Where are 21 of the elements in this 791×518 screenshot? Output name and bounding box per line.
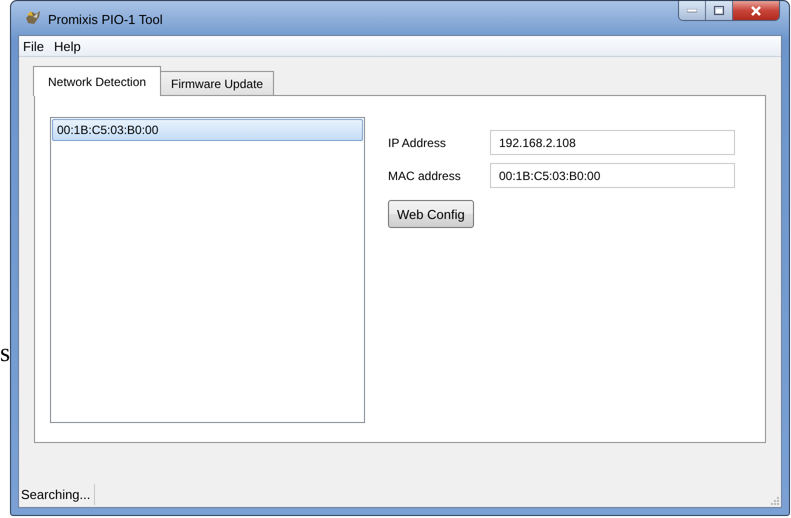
field-label: IP Address	[388, 136, 447, 150]
text-field[interactable]: 00:1B:C5:03:B0:00	[490, 163, 735, 188]
field-label: MAC address	[388, 168, 462, 182]
resize-grip-icon[interactable]	[769, 495, 779, 505]
web-config-button[interactable]: Web Config	[388, 200, 474, 228]
background-text: s	[0, 338, 10, 367]
tab[interactable]: Firmware Update	[160, 71, 274, 95]
maximize-icon	[714, 6, 724, 15]
close-icon	[750, 6, 762, 16]
text-field[interactable]: 192.168.2.108	[490, 130, 735, 155]
minimize-button[interactable]	[679, 1, 706, 20]
status-text: Searching...	[19, 484, 96, 504]
tab[interactable]: Network Detection	[33, 66, 162, 96]
list-item[interactable]: 00:1B:C5:03:B0:00	[52, 119, 363, 141]
minimize-icon	[687, 8, 697, 12]
close-button[interactable]	[733, 1, 779, 20]
app-icon	[24, 9, 42, 27]
maximize-button[interactable]	[706, 1, 733, 20]
menu-item[interactable]: File	[19, 38, 50, 54]
window-title: Promixis PIO-1 Tool	[48, 10, 163, 26]
menu-item[interactable]: Help	[50, 38, 87, 54]
